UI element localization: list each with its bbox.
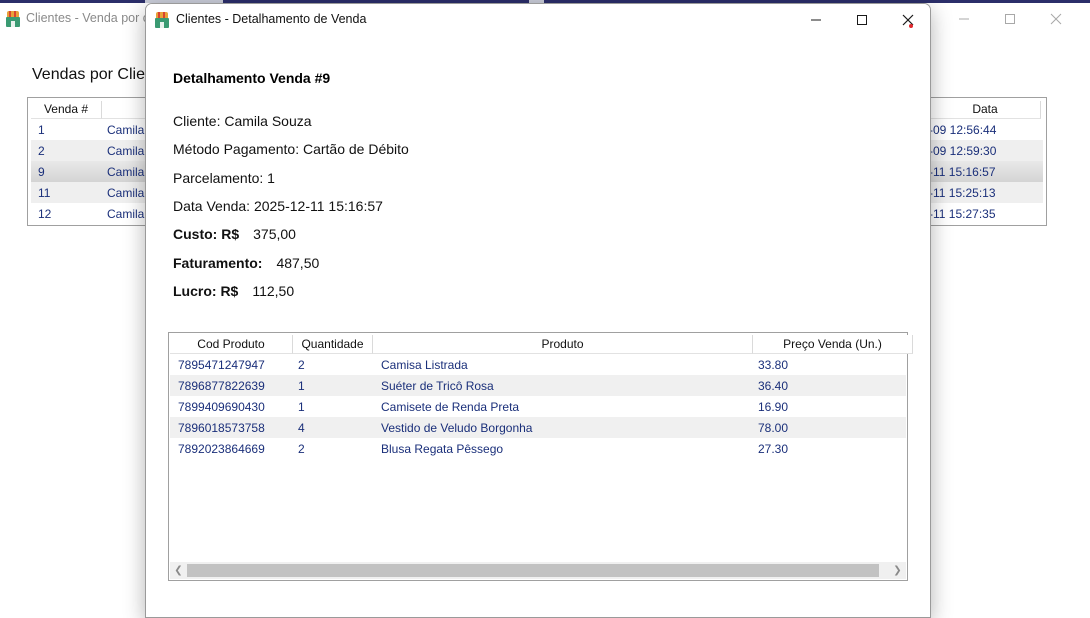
cell-produto: Camisa Listrada bbox=[381, 358, 468, 372]
custo-value: 375,00 bbox=[253, 226, 296, 242]
cell-data: -11 15:16:57 bbox=[929, 165, 996, 179]
scrollbar-thumb[interactable] bbox=[187, 564, 879, 577]
cell-cliente: Camila bbox=[107, 144, 145, 158]
background-window-title: Clientes - Venda por cl bbox=[26, 11, 152, 25]
parcelamento-label: Parcelamento: 1 bbox=[173, 170, 275, 186]
dialog-titlebar[interactable]: Clientes - Detalhamento de Venda bbox=[146, 4, 930, 35]
table-row[interactable]: 7896018573758 4 Vestido de Veludo Borgon… bbox=[170, 417, 906, 438]
close-icon bbox=[1050, 13, 1062, 25]
cell-cliente: Camila bbox=[107, 186, 145, 200]
cell-data: -11 15:27:35 bbox=[929, 207, 996, 221]
store-app-icon bbox=[154, 12, 170, 28]
scroll-left-arrow-icon[interactable]: ❮ bbox=[170, 562, 187, 579]
scroll-right-arrow-icon[interactable]: ❯ bbox=[889, 562, 906, 579]
background-close-button[interactable] bbox=[1033, 3, 1079, 34]
cell-venda-id: 1 bbox=[38, 123, 45, 137]
cell-produto: Blusa Regata Pêssego bbox=[381, 442, 504, 456]
faturamento-row: Faturamento: 487,50 bbox=[173, 255, 319, 271]
custo-label: Custo: R$ bbox=[173, 226, 240, 242]
cell-quantidade: 2 bbox=[298, 442, 305, 456]
table-row[interactable]: 7899409690430 1 Camisete de Renda Preta … bbox=[170, 396, 906, 417]
metodo-pagamento-label: Método Pagamento: Cartão de Débito bbox=[173, 141, 409, 157]
cell-produto: Camisete de Renda Preta bbox=[381, 400, 520, 414]
cell-produto: Suéter de Tricô Rosa bbox=[381, 379, 494, 393]
column-header-cod-produto[interactable]: Cod Produto bbox=[170, 335, 293, 354]
cell-produto: Vestido de Veludo Borgonha bbox=[381, 421, 533, 435]
dialog-close-button[interactable] bbox=[885, 4, 930, 35]
cell-quantidade: 1 bbox=[298, 400, 305, 414]
table-row[interactable]: 7895471247947 2 Camisa Listrada 33.80 bbox=[170, 354, 906, 375]
background-minimize-button[interactable] bbox=[941, 3, 987, 34]
cell-cliente: Camila bbox=[107, 123, 145, 137]
background-maximize-button[interactable] bbox=[987, 3, 1033, 34]
cell-preco: 36.40 bbox=[758, 379, 789, 393]
column-header-venda[interactable]: Venda # bbox=[31, 101, 102, 119]
column-header-produto[interactable]: Produto bbox=[373, 335, 753, 354]
detail-heading: Detalhamento Venda #9 bbox=[173, 70, 331, 86]
cell-preco: 78.00 bbox=[758, 421, 789, 435]
cell-venda-id: 2 bbox=[38, 144, 45, 158]
cell-cod-produto: 7892023864669 bbox=[178, 442, 265, 456]
table-row[interactable]: 7896877822639 1 Suéter de Tricô Rosa 36.… bbox=[170, 375, 906, 396]
cell-quantidade: 2 bbox=[298, 358, 305, 372]
cell-quantidade: 1 bbox=[298, 379, 305, 393]
horizontal-scrollbar[interactable]: ❮ ❯ bbox=[170, 562, 906, 579]
cell-data: -09 12:59:30 bbox=[929, 144, 997, 158]
cell-cliente: Camila bbox=[107, 165, 145, 179]
cell-venda-id: 12 bbox=[38, 207, 52, 221]
products-grid[interactable]: Cod Produto Quantidade Produto Preço Ven… bbox=[168, 332, 913, 581]
cell-cod-produto: 7899409690430 bbox=[178, 400, 265, 414]
maximize-icon bbox=[857, 15, 867, 25]
lucro-row: Lucro: R$ 112,50 bbox=[173, 283, 294, 299]
lucro-label: Lucro: R$ bbox=[173, 283, 239, 299]
cell-cliente: Camila bbox=[107, 207, 145, 221]
cell-quantidade: 4 bbox=[298, 421, 305, 435]
faturamento-label: Faturamento: bbox=[173, 255, 263, 271]
dialog-maximize-button[interactable] bbox=[839, 4, 885, 35]
cell-cod-produto: 7896018573758 bbox=[178, 421, 265, 435]
lucro-value: 112,50 bbox=[252, 283, 295, 299]
column-header-preco-venda[interactable]: Preço Venda (Un.) bbox=[753, 335, 913, 354]
dialog-minimize-button[interactable] bbox=[793, 4, 839, 35]
custo-row: Custo: R$ 375,00 bbox=[173, 226, 296, 242]
minimize-icon bbox=[811, 19, 821, 21]
cell-cod-produto: 7896877822639 bbox=[178, 379, 265, 393]
cliente-label: Cliente: Camila Souza bbox=[173, 113, 312, 129]
column-header-quantidade[interactable]: Quantidade bbox=[293, 335, 373, 354]
background-heading: Vendas por Clier bbox=[32, 66, 151, 83]
cell-preco: 27.30 bbox=[758, 442, 789, 456]
cell-cod-produto: 7895471247947 bbox=[178, 358, 265, 372]
cell-venda-id: 11 bbox=[38, 186, 51, 200]
table-row[interactable]: 7892023864669 2 Blusa Regata Pêssego 27.… bbox=[170, 438, 906, 459]
maximize-icon bbox=[1005, 14, 1015, 24]
dialog-title: Clientes - Detalhamento de Venda bbox=[176, 12, 367, 26]
column-header-data[interactable]: Data bbox=[930, 101, 1041, 119]
cell-data: -09 12:56:44 bbox=[929, 123, 997, 137]
minimize-icon bbox=[959, 18, 969, 20]
data-venda-label: Data Venda: 2025-12-11 15:16:57 bbox=[173, 198, 383, 214]
store-app-icon bbox=[5, 11, 21, 27]
cell-data: -11 15:25:13 bbox=[929, 186, 996, 200]
notification-dot bbox=[909, 24, 913, 28]
sale-detail-dialog: Clientes - Detalhamento de Venda Detalha… bbox=[145, 3, 931, 618]
cell-venda-id: 9 bbox=[38, 165, 45, 179]
cell-preco: 33.80 bbox=[758, 358, 789, 372]
cell-preco: 16.90 bbox=[758, 400, 789, 414]
faturamento-value: 487,50 bbox=[276, 255, 320, 271]
